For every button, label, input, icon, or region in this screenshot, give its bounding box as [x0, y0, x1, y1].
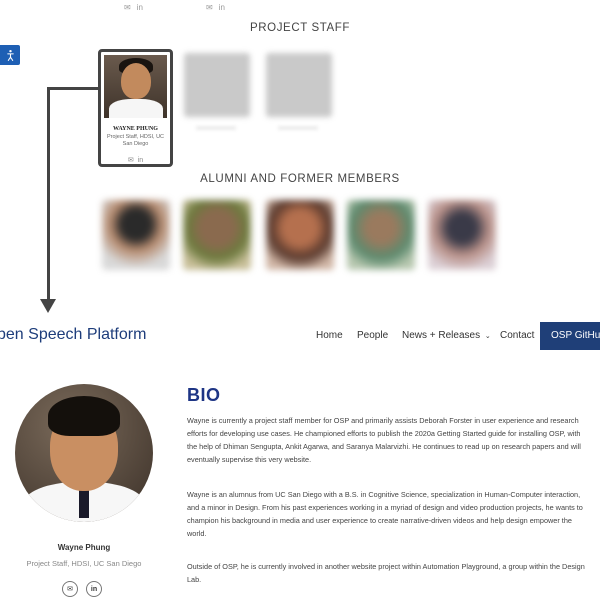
- staff-social-icons[interactable]: ✉ in: [101, 156, 170, 164]
- blurred-staff-text: [278, 126, 318, 130]
- blurred-alumni-photo: [347, 200, 415, 270]
- accessibility-button[interactable]: [0, 45, 20, 65]
- email-icon[interactable]: ✉: [128, 157, 134, 164]
- top-social-icons-1[interactable]: ✉ in: [124, 3, 149, 12]
- nav-contact[interactable]: Contact: [500, 330, 534, 341]
- blurred-alumni-photo: [266, 200, 334, 270]
- bio-paragraph: Wayne is an alumnus from UC San Diego wi…: [187, 490, 583, 538]
- alumni-heading: ALUMNI AND FORMER MEMBERS: [200, 173, 400, 185]
- nav-news-releases[interactable]: News + Releases ⌄: [402, 330, 491, 341]
- linkedin-icon[interactable]: in: [219, 3, 225, 12]
- bio-paragraph: Wayne is currently a project staff membe…: [187, 416, 581, 464]
- email-icon[interactable]: ✉: [124, 3, 131, 12]
- email-icon: ✉: [67, 586, 73, 593]
- linkedin-button[interactable]: in: [86, 581, 102, 597]
- nav-people[interactable]: People: [357, 330, 388, 341]
- highlighted-staff-card[interactable]: WAYNE PHUNG Project Staff, HDSI, UC San …: [98, 49, 173, 167]
- linkedin-icon[interactable]: in: [137, 3, 143, 12]
- linkedin-icon[interactable]: in: [138, 157, 143, 164]
- staff-name: WAYNE PHUNG: [113, 126, 158, 132]
- blurred-staff-photo: [184, 53, 250, 117]
- blurred-alumni-photo: [102, 200, 170, 270]
- blurred-alumni-photo: [183, 200, 251, 270]
- site-brand[interactable]: pen Speech Platform: [0, 326, 146, 344]
- avatar: [15, 384, 153, 522]
- bio-heading: BIO: [187, 385, 221, 405]
- github-button[interactable]: OSP GitHub: [540, 322, 600, 350]
- top-social-icons-2[interactable]: ✉ in: [206, 3, 231, 12]
- nav-news-label: News + Releases: [402, 330, 481, 341]
- staff-role: Project Staff, HDSI, UC San Diego: [106, 134, 165, 147]
- blurred-staff-text: [196, 126, 236, 130]
- bio-paragraph: Outside of OSP, he is currently involved…: [187, 562, 585, 584]
- blurred-staff-photo: [266, 53, 332, 117]
- arrow-down-icon: [40, 299, 56, 313]
- email-button[interactable]: ✉: [62, 581, 78, 597]
- blurred-alumni-photo: [428, 200, 496, 270]
- accessibility-icon: [6, 49, 14, 61]
- pointer-arrow-vertical: [47, 87, 50, 303]
- staff-photo: [104, 55, 167, 118]
- project-staff-heading: PROJECT STAFF: [249, 22, 351, 34]
- email-icon[interactable]: ✉: [206, 3, 213, 12]
- profile-name: Wayne Phung: [57, 543, 111, 552]
- pointer-arrow-horizontal: [47, 87, 100, 90]
- linkedin-icon: in: [90, 585, 98, 593]
- nav-home[interactable]: Home: [316, 330, 343, 341]
- chevron-down-icon: ⌄: [484, 333, 491, 340]
- profile-role: Project Staff, HDSI, UC San Diego: [26, 559, 142, 568]
